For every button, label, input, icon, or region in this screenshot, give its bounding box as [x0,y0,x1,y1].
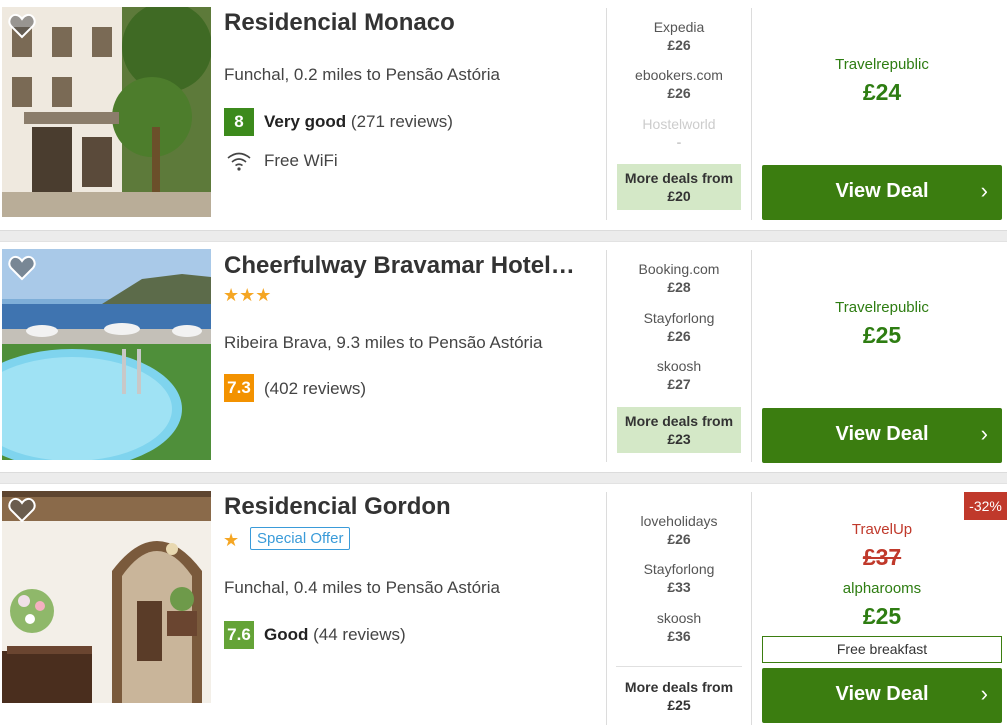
chevron-right-icon: › [980,421,988,446]
provider-name: ebookers.com [635,67,723,83]
rating-word: Good [264,625,309,644]
special-offer-badge[interactable]: Special Offer [250,527,351,550]
rating-score-badge: 7.3 [224,374,254,402]
favorite-heart-icon[interactable] [8,255,36,281]
provider-deal[interactable]: Stayforlong £26 [612,309,746,345]
provider-price: £36 [667,628,691,644]
provider-deal[interactable]: Stayforlong £33 [612,560,746,596]
column-divider [751,8,752,220]
chevron-right-icon: › [980,681,988,706]
original-deal-price: £37 [862,544,902,570]
provider-price: £33 [667,579,691,595]
best-deal-provider[interactable]: alpharooms [762,580,1002,597]
rating-summary[interactable]: Good (44 reviews) [264,625,406,645]
best-deal-provider[interactable]: Travelrepublic [762,56,1002,73]
review-count: (44 reviews) [313,625,406,644]
provider-price: £26 [667,37,691,53]
provider-name: loveholidays [640,513,718,529]
provider-name: Hostelworld [642,116,716,132]
hotel-card-cheerfulway-bravamar: Cheerfulway Bravamar Hotel… ★★★ Ribeira … [0,242,1007,472]
hotel-photo[interactable] [2,7,211,217]
provider-price: £27 [667,376,691,392]
chevron-right-icon: › [980,178,988,203]
more-deals-label: More deals from [624,679,734,695]
best-deal-price[interactable]: £25 [762,603,1002,630]
view-deal-label: View Deal [835,683,929,705]
amenity-free-wifi: Free WiFi [264,151,338,170]
view-deal-button[interactable]: View Deal › [762,408,1002,463]
best-deal-price[interactable]: £24 [762,79,1002,106]
hotel-name[interactable]: Residencial Monaco [224,9,596,37]
provider-price: £28 [667,279,691,295]
free-breakfast-badge: Free breakfast [762,636,1002,663]
provider-name: Stayforlong [643,310,715,326]
provider-name: Expedia [653,19,705,35]
view-deal-label: View Deal [835,423,929,445]
hotel-photo[interactable] [2,491,211,703]
column-divider [606,250,607,462]
hotel-location: Funchal, 0.4 miles to Pensão Astória [224,578,500,597]
provider-name: skoosh [656,358,702,374]
star-rating: ★★★ [223,285,272,305]
hotel-photo[interactable] [2,249,211,460]
provider-price: £26 [667,328,691,344]
more-deals-price: £25 [667,697,691,713]
rating-word: Very good [264,112,347,131]
rating-score-badge: 7.6 [224,621,254,649]
column-divider [751,492,752,725]
card-separator [0,472,1007,484]
more-deals-button[interactable]: More deals from £20 [617,164,741,210]
original-deal-provider[interactable]: TravelUp [762,521,1002,538]
review-count: (402 reviews) [264,379,367,398]
provider-deal[interactable]: ebookers.com £26 [612,66,746,102]
rating-summary[interactable]: Very good (271 reviews) [264,112,453,132]
hotel-location: Funchal, 0.2 miles to Pensão Astória [224,65,500,84]
provider-deal[interactable]: Expedia £26 [612,18,746,54]
view-deal-label: View Deal [835,180,929,202]
provider-deal[interactable]: loveholidays £26 [612,512,746,548]
provider-name: Booking.com [638,261,720,277]
provider-deal[interactable]: Booking.com £28 [612,260,746,296]
column-divider [751,250,752,462]
view-deal-button[interactable]: View Deal › [762,668,1002,723]
provider-name: skoosh [656,610,702,626]
more-deals-link[interactable]: More deals from £25 [616,666,742,714]
provider-price: £26 [667,85,691,101]
hotel-card-residencial-gordon: Residencial Gordon ★ Special Offer Funch… [0,484,1007,725]
card-separator [0,230,1007,242]
favorite-heart-icon[interactable] [8,13,36,39]
provider-deal[interactable]: skoosh £27 [612,357,746,393]
hotel-name[interactable]: Cheerfulway Bravamar Hotel… [224,252,596,280]
favorite-heart-icon[interactable] [8,497,36,523]
rating-score-badge: 8 [224,108,254,136]
hotel-name[interactable]: Residencial Gordon [224,493,596,521]
best-deal-provider[interactable]: Travelrepublic [762,299,1002,316]
hotel-card-residencial-monaco: Residencial Monaco Funchal, 0.2 miles to… [0,0,1007,230]
review-count: (271 reviews) [350,112,453,131]
wifi-icon [227,152,251,171]
column-divider [606,492,607,725]
column-divider [606,8,607,220]
hotel-location: Ribeira Brava, 9.3 miles to Pensão Astór… [224,333,543,352]
provider-price: - [676,134,682,150]
star-rating: ★ [223,530,240,550]
provider-price: £26 [667,531,691,547]
rating-summary[interactable]: (402 reviews) [264,379,366,399]
provider-name: Stayforlong [643,561,715,577]
provider-deal[interactable]: skoosh £36 [612,609,746,645]
provider-deal[interactable]: Hostelworld - [612,115,746,151]
more-deals-button[interactable]: More deals from £23 [617,407,741,453]
best-deal-price[interactable]: £25 [762,322,1002,349]
discount-badge: -32% [964,492,1007,520]
view-deal-button[interactable]: View Deal › [762,165,1002,220]
